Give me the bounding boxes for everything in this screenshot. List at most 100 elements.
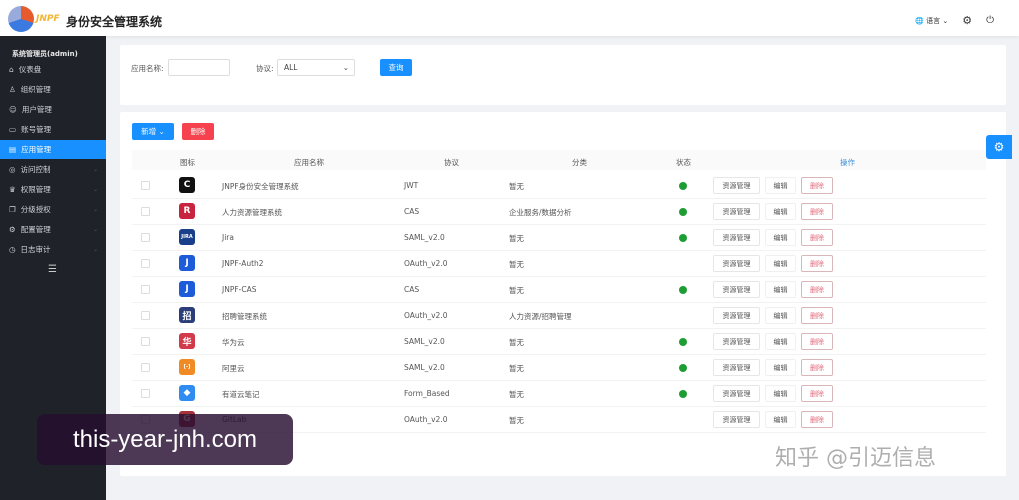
zhihu-watermark: 知乎 @引迈信息 — [775, 446, 936, 471]
resource-manage-button[interactable]: 资源管理 — [713, 385, 760, 402]
row-checkbox[interactable] — [141, 285, 150, 294]
resource-manage-button[interactable]: 资源管理 — [713, 177, 760, 194]
row-checkbox[interactable] — [141, 207, 150, 216]
resource-manage-button[interactable]: 资源管理 — [713, 411, 760, 428]
delete-button[interactable]: 删除 — [801, 281, 833, 298]
table-row: JIRA Jira SAML_v2.0 暂无 资源管理 编辑 删除 — [132, 225, 986, 251]
app-logo-icon: [-] — [179, 359, 195, 375]
row-checkbox[interactable] — [141, 181, 150, 190]
user-icon: ☺ — [9, 105, 17, 114]
batch-delete-button[interactable]: 删除 — [182, 123, 214, 140]
settings-float-button[interactable]: ⚙ — [986, 135, 1012, 159]
delete-button[interactable]: 删除 — [801, 411, 833, 428]
resource-manage-button[interactable]: 资源管理 — [713, 281, 760, 298]
protocol: OAuth_v2.0 — [404, 311, 448, 320]
app-name: JNPF-CAS — [222, 285, 257, 294]
sidebar-item-2[interactable]: ☺ 用户管理 — [0, 100, 106, 119]
table-row: [-] 阿里云 SAML_v2.0 暂无 资源管理 编辑 删除 — [132, 355, 986, 381]
resource-manage-button[interactable]: 资源管理 — [713, 359, 760, 376]
status-enabled-icon — [679, 234, 687, 242]
edit-button[interactable]: 编辑 — [765, 203, 796, 220]
sidebar-item-1[interactable]: ♙ 组织管理 — [0, 80, 106, 99]
sidebar-item-label: 账号管理 — [21, 125, 52, 134]
delete-button[interactable]: 删除 — [801, 385, 833, 402]
row-checkbox[interactable] — [141, 233, 150, 242]
add-button[interactable]: 新增 ⌄ — [132, 123, 174, 140]
delete-button[interactable]: 删除 — [801, 177, 833, 194]
edit-button[interactable]: 编辑 — [765, 411, 796, 428]
status-enabled-icon — [679, 286, 687, 294]
query-button[interactable]: 查询 — [380, 59, 412, 76]
chevron-down-icon: ⌄ — [92, 246, 98, 253]
status-enabled-icon — [679, 364, 687, 372]
resource-manage-button[interactable]: 资源管理 — [713, 307, 760, 324]
status-enabled-icon — [679, 208, 687, 216]
home-icon: ⌂ — [9, 65, 14, 74]
edit-button[interactable]: 编辑 — [765, 307, 796, 324]
power-icon[interactable]: ⏻ — [986, 15, 994, 26]
app-logo-icon: R — [179, 203, 195, 219]
app-name: 人力资源管理系统 — [222, 208, 282, 217]
collapse-menu-icon[interactable]: ☰ — [48, 264, 57, 275]
category: 暂无 — [509, 234, 524, 243]
sidebar-item-5[interactable]: ◎ 访问控制 ⌄ — [0, 160, 106, 179]
app-name: 有道云笔记 — [222, 390, 260, 399]
shield-icon: ◎ — [9, 165, 16, 174]
protocol: JWT — [404, 181, 419, 190]
sidebar-item-0[interactable]: ⌂ 仪表盘 — [0, 60, 106, 79]
row-checkbox[interactable] — [141, 259, 150, 268]
category: 暂无 — [509, 338, 524, 347]
edit-button[interactable]: 编辑 — [765, 255, 796, 272]
resource-manage-button[interactable]: 资源管理 — [713, 255, 760, 272]
sidebar-item-7[interactable]: ❐ 分级授权 ⌄ — [0, 200, 106, 219]
app-title: 身份安全管理系统 — [66, 15, 163, 29]
header-actions: 操作 — [840, 158, 855, 167]
edit-button[interactable]: 编辑 — [765, 333, 796, 350]
app-logo-icon: JIRA — [179, 229, 195, 245]
delete-button[interactable]: 删除 — [801, 255, 833, 272]
protocol: Form_Based — [404, 389, 450, 398]
edit-button[interactable]: 编辑 — [765, 359, 796, 376]
app-name-input[interactable] — [168, 59, 230, 76]
header-name: 应用名称 — [294, 158, 324, 167]
sidebar-item-8[interactable]: ⚙ 配置管理 ⌄ — [0, 220, 106, 239]
app-logo-icon: J — [179, 255, 195, 271]
delete-button[interactable]: 删除 — [801, 333, 833, 350]
protocol-select[interactable]: ALL ⌄ — [277, 59, 355, 76]
resource-manage-button[interactable]: 资源管理 — [713, 229, 760, 246]
edit-button[interactable]: 编辑 — [765, 229, 796, 246]
row-checkbox[interactable] — [141, 311, 150, 320]
current-user: 系统管理员(admin) — [12, 50, 78, 58]
sidebar-item-label: 分级授权 — [20, 205, 51, 214]
edit-button[interactable]: 编辑 — [765, 385, 796, 402]
edit-button[interactable]: 编辑 — [765, 177, 796, 194]
language-switch[interactable]: 🌐 语言 ⌄ — [915, 16, 948, 26]
key-icon: ♛ — [9, 185, 16, 194]
resource-manage-button[interactable]: 资源管理 — [713, 203, 760, 220]
sidebar-item-9[interactable]: ◷ 日志审计 ⌄ — [0, 240, 106, 259]
delete-button[interactable]: 删除 — [801, 229, 833, 246]
delete-button[interactable]: 删除 — [801, 307, 833, 324]
row-checkbox[interactable] — [141, 337, 150, 346]
sidebar-item-label: 权限管理 — [20, 185, 51, 194]
resource-manage-button[interactable]: 资源管理 — [713, 333, 760, 350]
delete-button[interactable]: 删除 — [801, 203, 833, 220]
row-checkbox[interactable] — [141, 363, 150, 372]
app-icon: ▤ — [9, 145, 17, 154]
table-row: C JNPF身份安全管理系统 JWT 暂无 资源管理 编辑 删除 — [132, 173, 986, 199]
row-checkbox[interactable] — [141, 389, 150, 398]
category: 人力资源/招聘管理 — [509, 312, 572, 321]
sidebar-item-label: 仪表盘 — [18, 65, 42, 74]
app-name: 华为云 — [222, 338, 245, 347]
app-logo-icon: J — [179, 281, 195, 297]
delete-button[interactable]: 删除 — [801, 359, 833, 376]
edit-button[interactable]: 编辑 — [765, 281, 796, 298]
protocol: SAML_v2.0 — [404, 337, 445, 346]
protocol: CAS — [404, 285, 420, 294]
gear-icon[interactable]: ⚙ — [962, 14, 972, 27]
sidebar-item-3[interactable]: ▭ 账号管理 — [0, 120, 106, 139]
sidebar-item-6[interactable]: ♛ 权限管理 ⌄ — [0, 180, 106, 199]
sidebar-item-4[interactable]: ▤ 应用管理 — [0, 140, 106, 159]
top-header: JNPF 身份安全管理系统 🌐 语言 ⌄ ⚙ ⏻ — [0, 0, 1019, 36]
table-row: 招 招聘管理系统 OAuth_v2.0 人力资源/招聘管理 资源管理 编辑 删除 — [132, 303, 986, 329]
